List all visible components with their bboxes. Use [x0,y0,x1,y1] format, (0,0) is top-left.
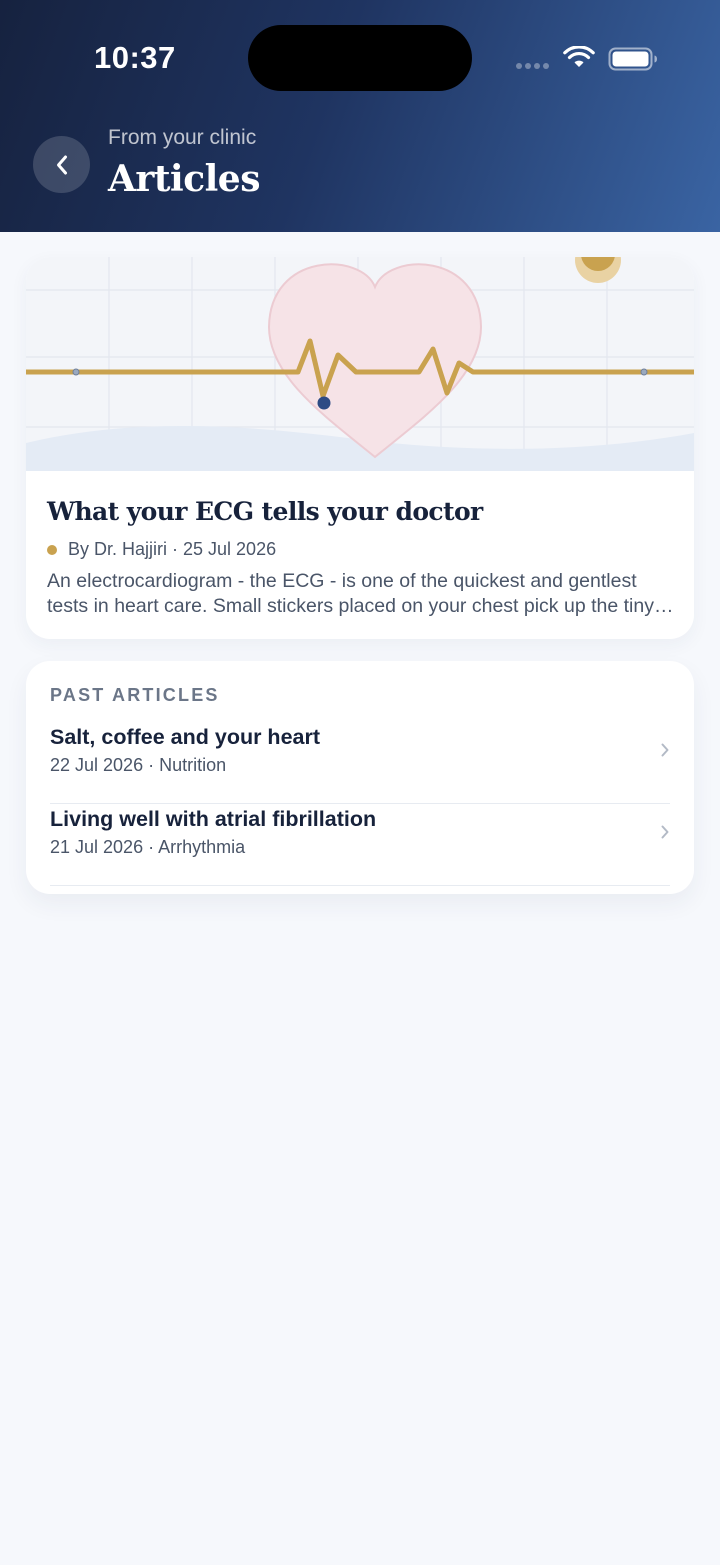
past-article-row[interactable]: Living well with atrial fibrillation 21 … [50,804,670,886]
dynamic-island [248,25,472,91]
past-article-row[interactable]: Salt, coffee and your heart 22 Jul 2026 … [50,722,670,804]
past-article-title: Living well with atrial fibrillation [50,807,377,831]
ecg-hero-illustration [26,257,694,471]
page-title: Articles [108,158,260,200]
past-articles-card: PAST ARTICLES Salt, coffee and your hear… [26,661,694,894]
app-header: 10:37 From your clinic Articles [0,0,720,232]
featured-article-meta: By Dr. Hajjiri · 25 Jul 2026 [47,539,276,560]
past-article-meta: 22 Jul 2026 · Nutrition [50,755,227,775]
featured-article-title[interactable]: What your ECG tells your doctor [47,497,483,526]
author-dot-icon [47,544,57,555]
back-chevron-icon [56,155,67,174]
past-articles-heading: PAST ARTICLES [50,685,220,705]
past-article-title: Salt, coffee and your heart [50,725,321,749]
chevron-right-icon [661,825,669,839]
featured-article-card[interactable]: What your ECG tells your doctor By Dr. H… [26,257,694,639]
chevron-right-icon [661,743,669,757]
wifi-icon [563,46,595,67]
featured-article-date: 25 Jul 2026 [183,539,277,559]
featured-article-excerpt: An electrocardiogram - the ECG - is one … [47,570,654,617]
past-article-meta: 21 Jul 2026 · Arrhythmia [50,837,246,857]
cellular-signal-icon [516,63,549,69]
header-subtitle: From your clinic [108,126,257,149]
status-bar-time: 10:37 [94,40,176,75]
battery-icon [608,47,657,71]
featured-article-author: By Dr. Hajjiri [68,539,168,559]
back-button[interactable] [33,136,90,193]
